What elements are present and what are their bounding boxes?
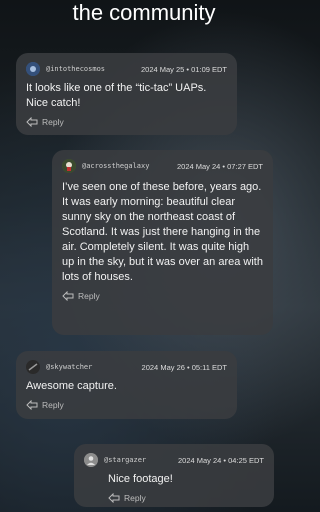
username[interactable]: @intothecosmos: [46, 65, 105, 73]
reply-label: Reply: [42, 400, 64, 410]
page-title: the community: [72, 0, 216, 25]
reply-label: Reply: [42, 117, 64, 127]
avatar[interactable]: [84, 453, 98, 467]
comment-meta: @intothecosmos 2024 May 25 • 01:09 EDT: [26, 61, 227, 77]
comment-card: @stargazer 2024 May 24 • 04:25 EDT Nice …: [74, 444, 274, 507]
comment-card: @skywatcher 2024 May 26 • 05:11 EDT Awes…: [16, 351, 237, 419]
reply-icon: [108, 493, 120, 503]
username[interactable]: @stargazer: [104, 456, 146, 464]
comment-card: @acrossthegalaxy 2024 May 24 • 07:27 EDT…: [52, 150, 273, 335]
user-icon: [84, 453, 98, 467]
reply-icon: [26, 117, 38, 127]
comment-text: It looks like one of the “tic-tac” UAPs.…: [26, 82, 207, 109]
comment-text: Awesome capture.: [26, 380, 117, 392]
timestamp: 2024 May 24 • 04:25 EDT: [177, 455, 264, 465]
reply-icon: [26, 400, 38, 410]
username[interactable]: @skywatcher: [46, 363, 92, 371]
comment-text: Nice footage!: [108, 473, 173, 485]
timestamp: 2024 May 24 • 07:27 EDT: [176, 161, 263, 171]
timestamp: 2024 May 25 • 01:09 EDT: [140, 64, 227, 74]
reply-button[interactable]: Reply: [108, 493, 264, 503]
reply-button[interactable]: Reply: [26, 117, 227, 127]
reply-label: Reply: [78, 291, 100, 301]
reply-label: Reply: [124, 493, 146, 503]
avatar[interactable]: [62, 159, 76, 173]
avatar[interactable]: [26, 62, 40, 76]
reply-button[interactable]: Reply: [26, 400, 227, 410]
comment-meta: @acrossthegalaxy 2024 May 24 • 07:27 EDT: [62, 158, 263, 174]
comment-text: I’ve seen one of these before, years ago…: [62, 181, 263, 283]
timestamp: 2024 May 26 • 05:11 EDT: [141, 362, 227, 372]
reply-button[interactable]: Reply: [62, 291, 263, 301]
comment-meta: @skywatcher 2024 May 26 • 05:11 EDT: [26, 359, 227, 375]
username[interactable]: @acrossthegalaxy: [82, 162, 149, 170]
comment-card: @intothecosmos 2024 May 25 • 01:09 EDT I…: [16, 53, 237, 135]
comment-meta: @stargazer 2024 May 24 • 04:25 EDT: [84, 452, 264, 468]
reply-icon: [62, 291, 74, 301]
avatar[interactable]: [26, 360, 40, 374]
